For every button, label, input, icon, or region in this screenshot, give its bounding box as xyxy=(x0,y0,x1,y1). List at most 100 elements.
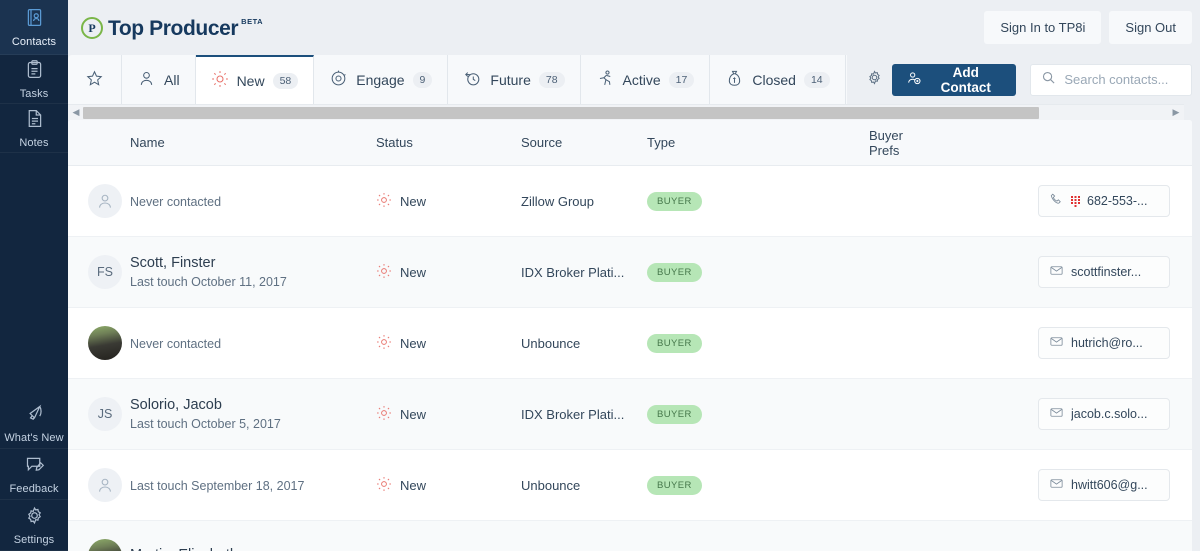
row-status-cell: New xyxy=(376,334,521,353)
contact-method-value: 682-553-... xyxy=(1087,194,1148,208)
row-name-cell[interactable]: Solorio, Jacob Last touch October 5, 2017 xyxy=(130,396,376,433)
sign-out-button[interactable]: Sign Out xyxy=(1109,11,1192,44)
status-label: New xyxy=(400,335,427,351)
row-name-cell[interactable]: Never contacted xyxy=(130,192,376,211)
scroll-left-arrow[interactable]: ◀ xyxy=(70,107,82,119)
row-type-cell: BUYER xyxy=(647,475,869,495)
status-label: New xyxy=(400,406,427,422)
tab-label: Engage xyxy=(356,71,405,88)
comment-pencil-icon xyxy=(24,454,45,480)
tab-label: Future xyxy=(490,71,531,88)
sidebar-item-notes[interactable]: Notes xyxy=(0,104,68,153)
sidebar-item-whats-new[interactable]: What's New xyxy=(0,398,68,449)
row-type-cell: BUYER xyxy=(647,404,869,424)
brand-beta-badge: BETA xyxy=(241,16,264,26)
sun-icon xyxy=(376,405,392,424)
row-status-cell: New xyxy=(376,476,521,495)
tab-new[interactable]: New 58 xyxy=(195,55,315,104)
sign-in-tp8i-button[interactable]: Sign In to TP8i xyxy=(984,11,1102,44)
type-badge: BUYER xyxy=(647,263,702,282)
contact-method-chip[interactable]: jacob.c.solo... xyxy=(1038,398,1170,430)
search-input[interactable] xyxy=(1064,72,1181,87)
contact-name: Solorio, Jacob xyxy=(130,396,222,413)
row-contact-action-cell: 682-553-... xyxy=(869,185,1192,217)
row-contact-action-cell: jacob.c.solo... xyxy=(869,398,1192,430)
contact-name: Martin, Elizabeth xyxy=(130,546,376,551)
tab-all[interactable]: All xyxy=(122,55,196,104)
sidebar-item-contacts[interactable]: Contacts xyxy=(0,0,68,55)
add-person-icon xyxy=(906,70,922,89)
tab-closed[interactable]: Closed 14 xyxy=(710,55,846,104)
avatar xyxy=(88,468,122,502)
column-header-source[interactable]: Source xyxy=(521,135,647,150)
tab-active[interactable]: Active 17 xyxy=(580,55,711,104)
envelope-icon xyxy=(1049,405,1064,423)
sidebar-item-settings[interactable]: Settings xyxy=(0,500,68,551)
phone-icon xyxy=(1049,192,1064,210)
row-contact-action-cell: scottfinster... xyxy=(869,256,1192,288)
contact-last-touch: Last touch October 5, 2017 xyxy=(130,416,281,431)
brand-name: Top Producer xyxy=(108,16,239,40)
row-name-cell[interactable]: Martin, Elizabeth xyxy=(130,546,376,551)
sun-icon xyxy=(211,70,229,91)
sidebar-item-feedback[interactable]: Feedback xyxy=(0,449,68,500)
sidebar-item-tasks[interactable]: Tasks xyxy=(0,55,68,104)
row-status-cell: New xyxy=(376,263,521,282)
contact-method-chip[interactable]: 682-553-... xyxy=(1038,185,1170,217)
search-contacts-box[interactable] xyxy=(1030,63,1192,96)
contact-method-value: hutrich@ro... xyxy=(1071,336,1143,350)
table-row[interactable]: Never contacted New Zillow Group BUYER 682-5… xyxy=(68,166,1192,237)
contact-method-chip[interactable]: hwitt606@g... xyxy=(1038,469,1170,501)
table-row[interactable]: FS Scott, Finster Last touch October 11, 2… xyxy=(68,237,1192,308)
tab-strip-wrapper: All New 58 Engage 9 Future 78 Active 17 … xyxy=(68,55,1200,120)
avatar-initials: JS xyxy=(97,407,113,421)
table-header-row: Name Status Source Type Buyer Prefs xyxy=(68,120,1192,166)
table-row[interactable]: JS Solorio, Jacob Last touch October 5, 20… xyxy=(68,379,1192,450)
main-content: P Top Producer BETA Sign In to TP8i Sign… xyxy=(68,0,1200,551)
table-settings-button[interactable] xyxy=(857,55,892,104)
contact-method-value: jacob.c.solo... xyxy=(1071,407,1148,421)
row-name-cell[interactable]: Scott, Finster Last touch October 11, 201… xyxy=(130,254,376,291)
sidebar-item-label: Feedback xyxy=(9,482,59,495)
tab-engage[interactable]: Engage 9 xyxy=(314,55,449,104)
envelope-icon xyxy=(1049,263,1064,281)
contact-method-chip[interactable]: hutrich@ro... xyxy=(1038,327,1170,359)
left-sidebar: Contacts Tasks Notes What's New Feedback… xyxy=(0,0,68,551)
tab-label: New xyxy=(236,72,265,89)
type-badge: BUYER xyxy=(647,334,702,353)
add-contact-button[interactable]: Add Contact xyxy=(892,63,1017,96)
column-header-name[interactable]: Name xyxy=(130,135,376,150)
avatar-initials: FS xyxy=(97,265,113,279)
tab-count-badge: 78 xyxy=(538,71,565,88)
scroll-right-arrow[interactable]: ▶ xyxy=(1170,107,1182,119)
row-name-cell[interactable]: Never contacted xyxy=(130,334,376,353)
table-row[interactable]: Last touch September 18, 2017 New Unbounce… xyxy=(68,450,1192,521)
sidebar-item-label: Tasks xyxy=(19,87,49,100)
scrollbar-thumb[interactable] xyxy=(83,106,1039,119)
tab-count-badge: 14 xyxy=(803,71,830,88)
row-name-cell[interactable]: Last touch September 18, 2017 xyxy=(130,476,376,495)
contact-last-touch: Last touch October 11, 2017 xyxy=(130,274,287,289)
star-icon xyxy=(85,69,104,91)
tab-count-badge: 17 xyxy=(668,71,695,88)
contact-last-touch: Never contacted xyxy=(130,336,222,351)
horizontal-scrollbar[interactable]: ◀ ▶ xyxy=(68,104,1184,120)
brand-logo[interactable]: P Top Producer BETA xyxy=(78,15,263,41)
sidebar-item-label: Settings xyxy=(13,533,55,546)
tab-future[interactable]: Future 78 xyxy=(448,55,581,104)
contact-method-chip[interactable]: scottfinster... xyxy=(1038,256,1170,288)
tabs-scroller: All New 58 Engage 9 Future 78 Active 17 … xyxy=(68,55,875,104)
column-header-status[interactable]: Status xyxy=(376,135,521,150)
envelope-icon xyxy=(1049,476,1064,494)
column-header-buyer-prefs[interactable]: Buyer Prefs xyxy=(647,128,903,158)
scrollbar-track[interactable] xyxy=(83,106,1169,119)
row-source-cell: IDX Broker Plati... xyxy=(521,264,625,280)
tab-favorites[interactable] xyxy=(68,55,122,104)
sidebar-item-label: Contacts xyxy=(11,35,57,48)
type-badge: BUYER xyxy=(647,476,702,495)
tab-label: Closed xyxy=(752,71,796,88)
envelope-icon xyxy=(1049,334,1064,352)
table-row[interactable]: Never contacted New Unbounce BUYER hutrich@r… xyxy=(68,308,1192,379)
table-row[interactable]: Martin, Elizabeth xyxy=(68,521,1192,551)
